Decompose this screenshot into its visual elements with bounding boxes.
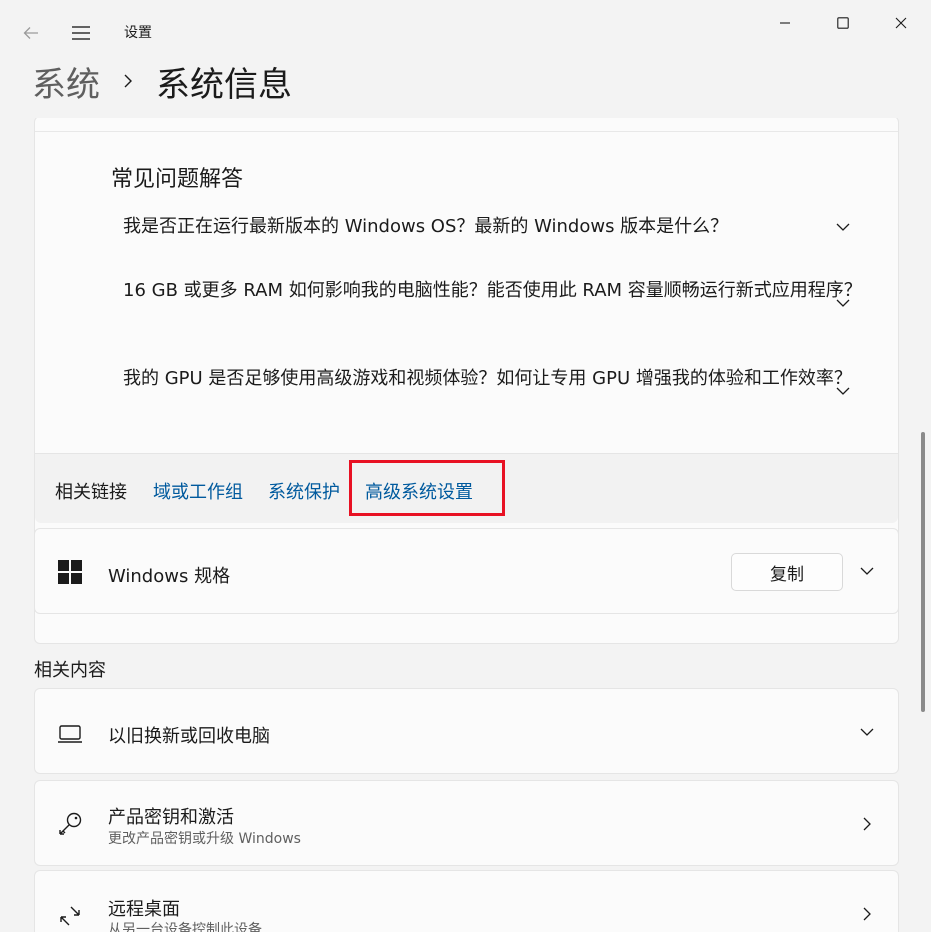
chevron-right-icon xyxy=(122,73,134,89)
chevron-down-icon[interactable] xyxy=(835,295,851,311)
laptop-icon xyxy=(57,721,83,747)
maximize-icon xyxy=(837,17,849,29)
scrollbar[interactable] xyxy=(921,432,925,712)
arrow-left-icon xyxy=(23,27,38,39)
page-title: 系统信息 xyxy=(156,64,292,105)
faq-item[interactable]: 16 GB 或更多 RAM 如何影响我的电脑性能？能否使用此 RAM 容量顺畅运… xyxy=(123,279,883,303)
maximize-button[interactable] xyxy=(820,8,866,38)
faq-item[interactable]: 我是否正在运行最新版本的 Windows OS？最新的 Windows 版本是什… xyxy=(123,215,883,239)
hamburger-icon xyxy=(72,26,90,40)
chevron-down-icon[interactable] xyxy=(859,563,875,579)
breadcrumb-parent[interactable]: 系统 xyxy=(32,57,100,106)
related-content-item[interactable]: 远程桌面 从另一台设备控制此设备 xyxy=(34,870,899,932)
related-content-heading: 相关内容 xyxy=(34,660,106,681)
related-links-bar: 相关链接 域或工作组 系统保护 高级系统设置 xyxy=(35,453,898,523)
window-title: 设置 xyxy=(124,25,152,41)
chevron-right-icon[interactable] xyxy=(859,906,875,922)
related-content-item[interactable]: 产品密钥和激活 更改产品密钥或升级 Windows xyxy=(34,780,899,866)
content-pane: 常见问题解答 我是否正在运行最新版本的 Windows OS？最新的 Windo… xyxy=(0,118,931,932)
highlight-box xyxy=(349,460,505,516)
title-bar: 设置 xyxy=(0,0,931,62)
divider xyxy=(35,131,898,132)
windows-spec-title: Windows 规格 xyxy=(108,566,231,587)
chevron-right-icon[interactable] xyxy=(859,816,875,832)
key-icon xyxy=(57,811,83,837)
close-button[interactable] xyxy=(878,8,924,38)
chevron-down-icon[interactable] xyxy=(835,219,851,235)
item-title: 远程桌面 xyxy=(108,899,180,920)
copy-button[interactable]: 复制 xyxy=(731,553,843,591)
chevron-down-icon[interactable] xyxy=(835,383,851,399)
item-title: 产品密钥和激活 xyxy=(108,807,234,828)
faq-heading: 常见问题解答 xyxy=(111,167,244,192)
minimize-icon xyxy=(780,22,790,24)
remote-desktop-icon xyxy=(57,903,83,929)
close-icon xyxy=(895,17,907,29)
related-links-label: 相关链接 xyxy=(55,482,127,503)
related-content-item[interactable]: 以旧换新或回收电脑 xyxy=(34,688,899,774)
minimize-button[interactable] xyxy=(762,8,808,38)
windows-spec-card[interactable]: Windows 规格 复制 xyxy=(34,528,899,614)
item-subtitle: 更改产品密钥或升级 Windows xyxy=(108,831,301,847)
faq-item[interactable]: 我的 GPU 是否足够使用高级游戏和视频体验？如何让专用 GPU 增强我的体验和… xyxy=(123,367,883,391)
windows-logo-icon xyxy=(57,559,83,585)
back-button[interactable] xyxy=(18,20,44,46)
link-system-protection[interactable]: 系统保护 xyxy=(268,478,340,504)
link-domain-workgroup[interactable]: 域或工作组 xyxy=(153,478,243,504)
item-subtitle: 从另一台设备控制此设备 xyxy=(108,922,262,932)
chevron-down-icon[interactable] xyxy=(859,724,875,740)
breadcrumb: 系统 系统信息 xyxy=(32,57,292,106)
menu-button[interactable] xyxy=(68,20,94,46)
item-title: 以旧换新或回收电脑 xyxy=(108,726,270,747)
